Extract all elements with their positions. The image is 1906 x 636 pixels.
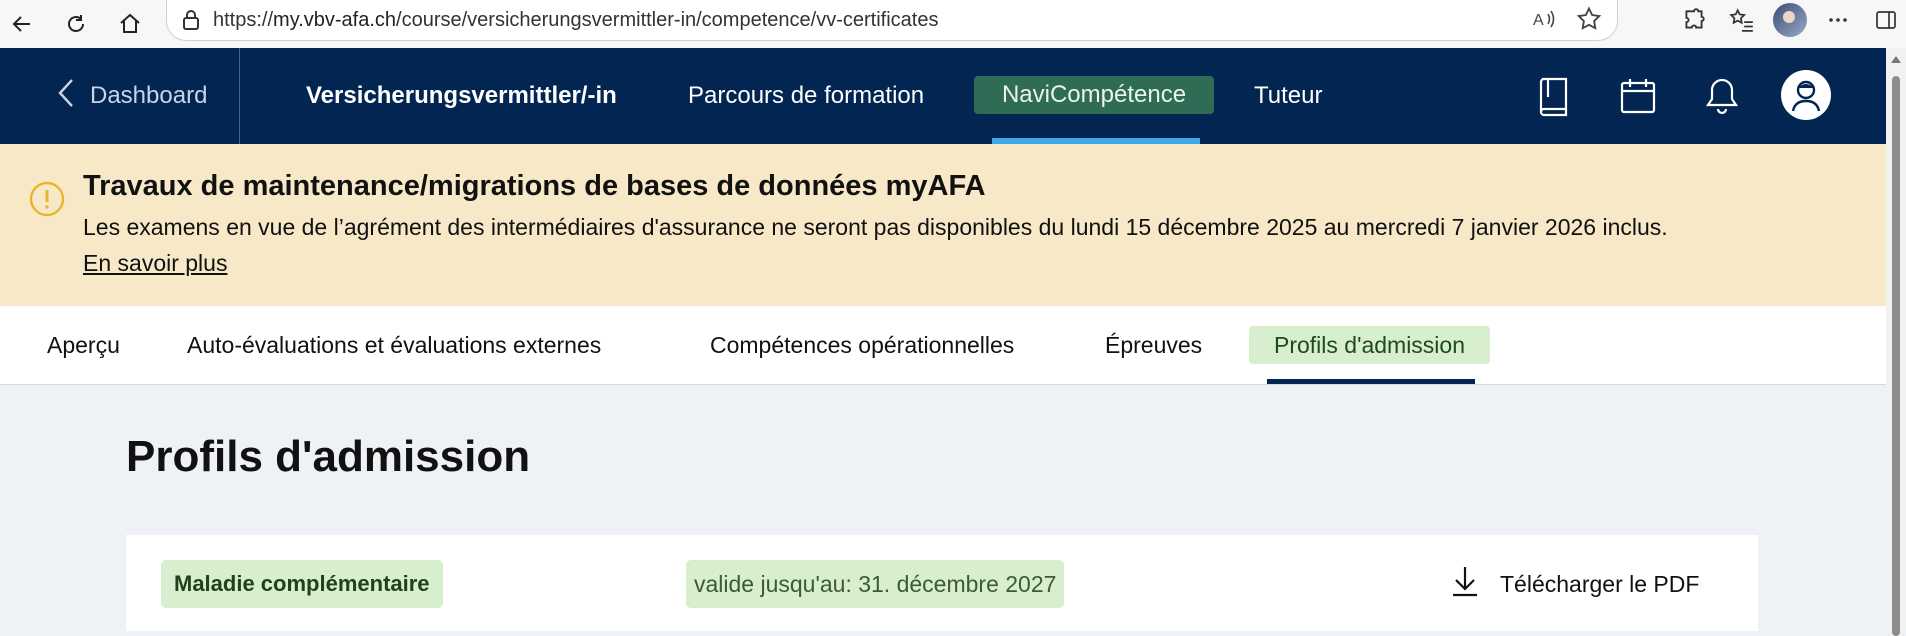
book-icon[interactable]: [1532, 74, 1576, 118]
more-menu-icon[interactable]: [1818, 0, 1858, 40]
nav-navicompetence[interactable]: NaviCompétence: [974, 76, 1214, 114]
avatar: [1773, 3, 1807, 37]
main-navigation: Dashboard Versicherungsvermittler/-in Pa…: [0, 48, 1886, 144]
favorites-list-icon[interactable]: [1722, 0, 1762, 40]
page-scrollbar[interactable]: [1886, 48, 1906, 636]
extensions-puzzle-icon[interactable]: [1674, 0, 1714, 40]
svg-text:A: A: [1533, 12, 1544, 29]
nav-divider: [239, 48, 240, 144]
banner-message: Les examens en vue de l’agrément des int…: [83, 214, 1668, 240]
home-icon[interactable]: [112, 6, 148, 42]
profile-name-badge: Maladie complémentaire: [161, 560, 443, 608]
download-pdf-button[interactable]: Télécharger le PDF: [1450, 560, 1699, 608]
download-icon: [1450, 564, 1480, 604]
scroll-up-arrow-icon[interactable]: [1891, 56, 1901, 63]
learn-more-link[interactable]: En savoir plus: [83, 250, 227, 277]
chevron-left-icon: [58, 78, 74, 115]
page-title: Profils d'admission: [126, 432, 531, 481]
tab-epreuves[interactable]: Épreuves: [1105, 306, 1202, 384]
read-aloud-icon[interactable]: A: [1531, 5, 1559, 38]
admission-profile-card: Maladie complémentaire valide jusqu'au: …: [126, 535, 1758, 631]
warning-icon: [28, 180, 66, 223]
dashboard-label: Dashboard: [90, 82, 208, 109]
reload-icon[interactable]: [58, 6, 94, 42]
tab-competences[interactable]: Compétences opérationnelles: [710, 306, 1014, 384]
browser-extensions: [1666, 0, 1906, 40]
competence-tabs: Aperçu Auto-évaluations et évaluations e…: [0, 306, 1886, 385]
url-host: my.vbv-afa.ch: [273, 8, 397, 31]
banner-title: Travaux de maintenance/migrations de bas…: [83, 170, 986, 202]
favorite-star-icon[interactable]: [1575, 5, 1603, 38]
maintenance-banner: Travaux de maintenance/migrations de bas…: [0, 144, 1886, 306]
course-title[interactable]: Versicherungsvermittler/-in: [306, 48, 617, 144]
url-text: https://my.vbv-afa.ch/course/versicherun…: [213, 9, 938, 32]
url-path: /course/versicherungsvermittler-in/compe…: [396, 8, 939, 31]
back-arrow-icon[interactable]: [4, 6, 40, 42]
dashboard-back-link[interactable]: Dashboard: [58, 48, 207, 144]
profile-avatar-icon[interactable]: [1781, 70, 1831, 120]
tab-profils-admission[interactable]: Profils d'admission: [1249, 326, 1490, 364]
address-bar[interactable]: https://my.vbv-afa.ch/course/versicherun…: [166, 0, 1618, 41]
bell-icon[interactable]: [1700, 74, 1744, 118]
browser-toolbar: https://my.vbv-afa.ch/course/versicherun…: [0, 0, 1906, 49]
download-label: Télécharger le PDF: [1500, 570, 1700, 597]
url-scheme: https://: [213, 8, 274, 31]
nav-parcours-de-formation[interactable]: Parcours de formation: [688, 48, 924, 144]
calendar-icon[interactable]: [1616, 74, 1660, 118]
tab-apercu[interactable]: Aperçu: [47, 306, 120, 384]
lock-icon[interactable]: [181, 9, 201, 31]
nav-tuteur[interactable]: Tuteur: [1254, 48, 1322, 144]
scrollbar-thumb[interactable]: [1892, 76, 1900, 636]
tab-evaluations[interactable]: Auto-évaluations et évaluations externes: [187, 306, 601, 384]
user-profile-avatar[interactable]: [1770, 0, 1810, 40]
sidebar-toggle-icon[interactable]: [1866, 0, 1906, 40]
validity-badge: valide jusqu'au: 31. décembre 2027: [686, 560, 1065, 608]
active-tab-indicator: [1267, 379, 1475, 384]
